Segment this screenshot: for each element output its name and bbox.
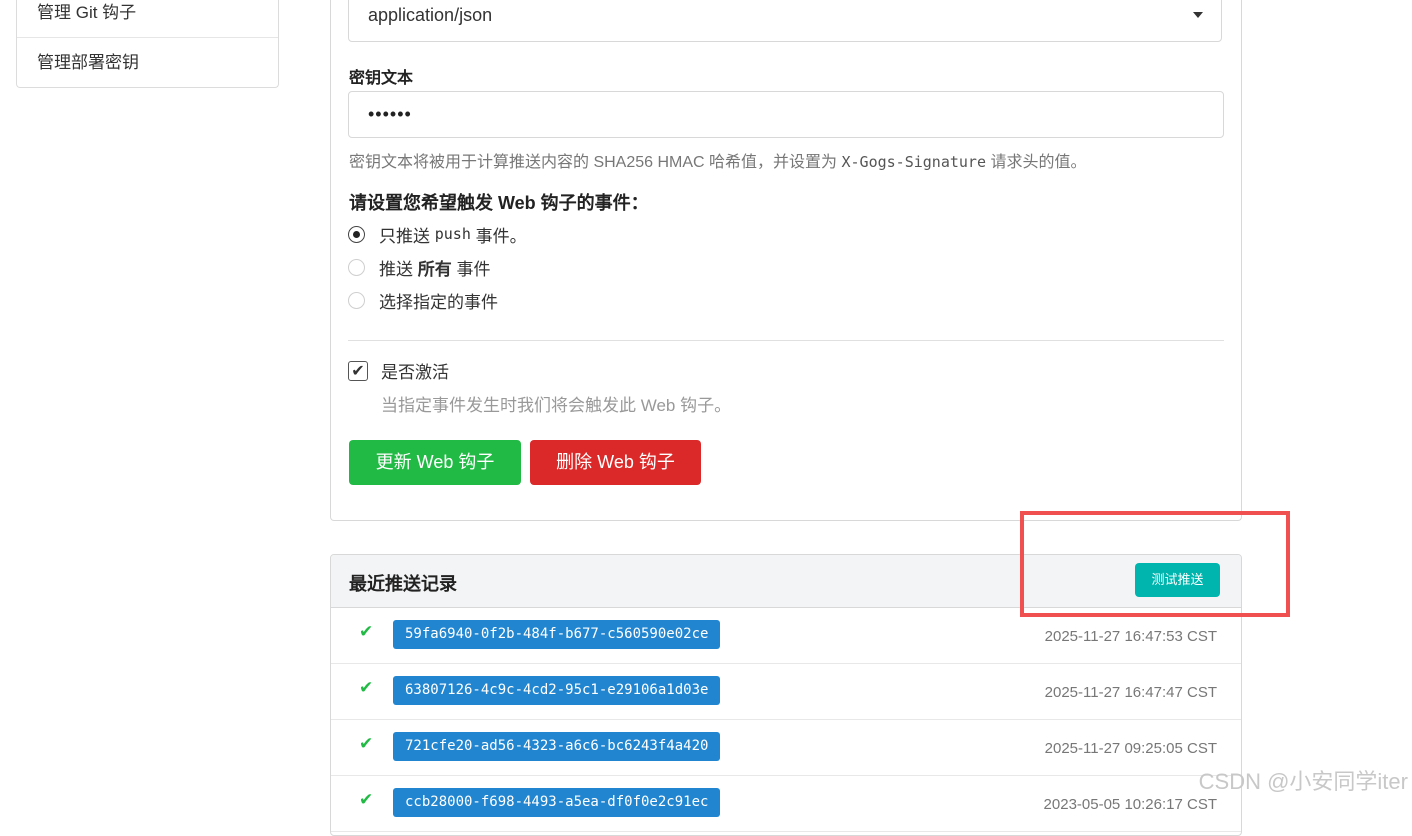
watermark: CSDN @小安同学iter [1198, 769, 1408, 794]
delivery-time: 2025-11-27 16:47:47 CST [1044, 684, 1217, 701]
radio-all-suffix: 事件 [456, 259, 491, 279]
active-label: 是否激活 [381, 363, 449, 382]
content-type-select[interactable]: application/json [348, 0, 1222, 42]
radio-all-bold: 所有 [417, 259, 452, 279]
radio-choose-label: 选择指定的事件 [379, 292, 498, 312]
delivery-time: 2023-05-05 10:26:17 CST [1043, 796, 1217, 813]
radio-all-events[interactable]: 推送 所有 事件 [348, 256, 491, 279]
delivery-id[interactable]: 59fa6940-0f2b-484f-b677-c560590e02ce [393, 620, 721, 649]
success-check-icon: ✔ [359, 790, 374, 809]
delivery-row: ✔ 59fa6940-0f2b-484f-b677-c560590e02ce 2… [331, 608, 1241, 664]
checkmark-icon[interactable]: ✔ [348, 360, 368, 381]
radio-unchecked-icon[interactable] [348, 258, 365, 276]
delivery-id[interactable]: 63807126-4c9c-4cd2-95c1-e29106a1d03e [393, 676, 721, 705]
secret-input[interactable]: •••••• [348, 91, 1224, 138]
update-webhook-button[interactable]: 更新 Web 钩子 [349, 440, 521, 485]
radio-checked-icon[interactable] [348, 225, 365, 243]
delivery-id[interactable]: 721cfe20-ad56-4323-a6c6-bc6243f4a420 [393, 732, 721, 761]
radio-all-prefix: 推送 [379, 259, 413, 279]
chevron-down-icon [1193, 12, 1203, 18]
recent-deliveries-panel: 最近推送记录 测试推送 ✔ 59fa6940-0f2b-484f-b677-c5… [330, 554, 1242, 836]
divider [348, 340, 1224, 341]
webhook-settings-panel: application/json 密钥文本 •••••• 密钥文本将被用于计算推… [330, 0, 1242, 521]
radio-unchecked-icon[interactable] [348, 291, 365, 309]
success-check-icon: ✔ [359, 734, 374, 753]
delivery-id[interactable]: ccb28000-f698-4493-a5ea-df0f0e2c91ec [393, 788, 721, 817]
radio-push-prefix: 只推送 [379, 226, 430, 246]
test-delivery-button[interactable]: 测试推送 [1135, 563, 1220, 597]
radio-push-code: push [434, 225, 471, 243]
delivery-time: 2025-11-27 16:47:53 CST [1044, 628, 1217, 645]
radio-push-only[interactable]: 只推送 push 事件。 [348, 223, 527, 246]
success-check-icon: ✔ [359, 678, 374, 697]
delivery-row: ✔ 63807126-4c9c-4cd2-95c1-e29106a1d03e 2… [331, 664, 1241, 720]
recent-deliveries-header: 最近推送记录 测试推送 [331, 555, 1241, 608]
delivery-time: 2025-11-27 09:25:05 CST [1044, 740, 1217, 757]
secret-help-suffix: 请求头的值。 [986, 154, 1087, 171]
settings-sidebar: 管理 Git 钩子 管理部署密钥 [16, 0, 279, 88]
delivery-row: ✔ ccb28000-f698-4493-a5ea-df0f0e2c91ec 2… [331, 776, 1241, 832]
active-checkbox-row[interactable]: ✔ 是否激活 [348, 358, 449, 383]
sidebar-item-git-hooks[interactable]: 管理 Git 钩子 [17, 0, 278, 37]
secret-label: 密钥文本 [349, 70, 414, 87]
delivery-row: ✔ 721cfe20-ad56-4323-a6c6-bc6243f4a420 2… [331, 720, 1241, 776]
recent-deliveries-title: 最近推送记录 [349, 574, 457, 594]
secret-help-text: 密钥文本将被用于计算推送内容的 SHA256 HMAC 哈希值，并设置为 X-G… [349, 148, 1086, 172]
content-type-value: application/json [368, 5, 493, 25]
active-help-text: 当指定事件发生时我们将会触发此 Web 钩子。 [381, 396, 732, 415]
sidebar-item-deploy-keys[interactable]: 管理部署密钥 [17, 37, 278, 86]
radio-choose-events[interactable]: 选择指定的事件 [348, 289, 498, 312]
secret-help-prefix: 密钥文本将被用于计算推送内容的 SHA256 HMAC 哈希值，并设置为 [349, 154, 842, 171]
delete-webhook-button[interactable]: 删除 Web 钩子 [530, 440, 701, 485]
success-check-icon: ✔ [359, 622, 374, 641]
radio-push-suffix: 事件。 [475, 226, 527, 246]
events-title: 请设置您希望触发 Web 钩子的事件： [349, 193, 649, 213]
secret-help-code: X-Gogs-Signature [841, 153, 987, 171]
